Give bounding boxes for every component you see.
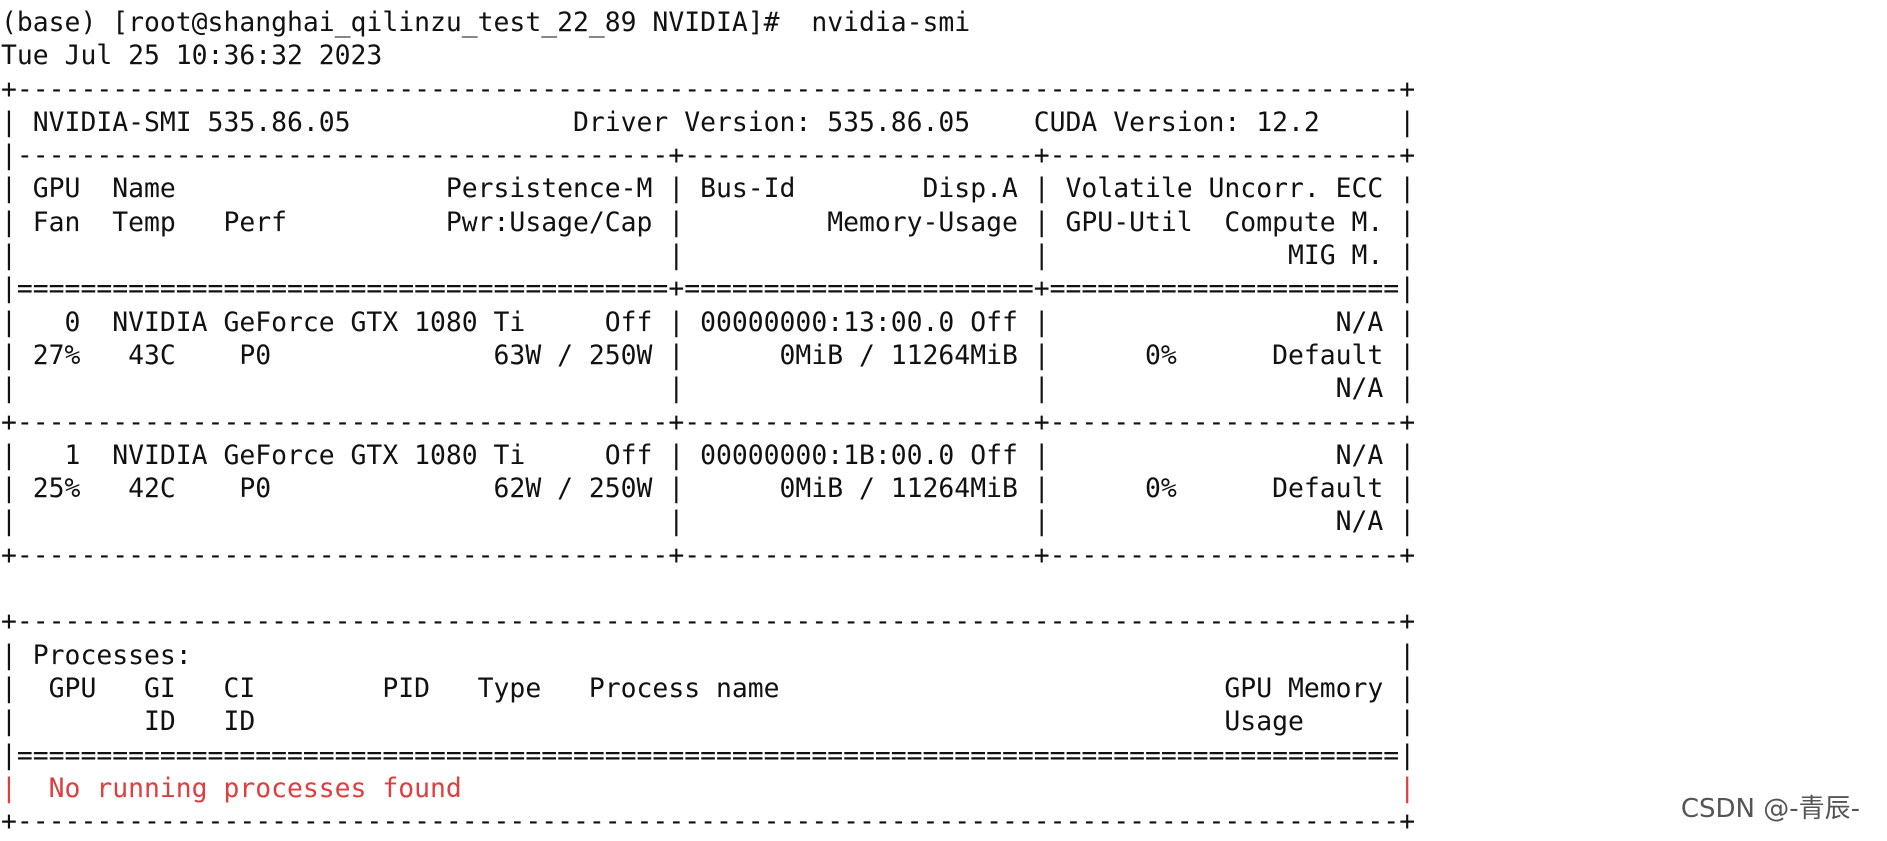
- processes-bottom-border: +---------------------------------------…: [1, 806, 1416, 838]
- gpu-0-row-3: | | | N/A |: [1, 373, 1416, 405]
- processes-divider: |=======================================…: [1, 739, 1416, 771]
- header-row-3: | | | MIG M. |: [1, 240, 1416, 272]
- processes-title: | Processes: |: [1, 639, 1416, 671]
- processes-top-border: +---------------------------------------…: [1, 606, 1416, 638]
- header-row-1: | GPU Name Persistence-M | Bus-Id Disp.A…: [1, 173, 1416, 205]
- table-separator: |---------------------------------------…: [1, 140, 1416, 172]
- gpu-1-row-2: | 25% 42C P0 62W / 250W | 0MiB / 11264Mi…: [1, 473, 1416, 505]
- terminal-window[interactable]: (base) [root@shanghai_qilinzu_test_22_89…: [0, 0, 1887, 841]
- table-separator: +---------------------------------------…: [1, 406, 1416, 438]
- gpu-0-row-2: | 27% 43C P0 63W / 250W | 0MiB / 11264Mi…: [1, 339, 1416, 371]
- header-divider: |=======================================…: [1, 273, 1416, 305]
- gpu-0-row-1: | 0 NVIDIA GeForce GTX 1080 Ti Off | 000…: [1, 306, 1416, 338]
- gpu-1-row-1: | 1 NVIDIA GeForce GTX 1080 Ti Off | 000…: [1, 439, 1416, 471]
- timestamp-line: Tue Jul 25 10:36:32 2023: [1, 40, 383, 72]
- terminal-output: (base) [root@shanghai_qilinzu_test_22_89…: [0, 0, 1887, 838]
- prompt-line: (base) [root@shanghai_qilinzu_test_22_89…: [1, 7, 971, 38]
- table-top-border: +---------------------------------------…: [1, 73, 1416, 105]
- version-line: | NVIDIA-SMI 535.86.05 Driver Version: 5…: [1, 106, 1416, 138]
- watermark: CSDN @-青辰-: [1680, 794, 1860, 824]
- gpu-1-row-3: | | | N/A |: [1, 506, 1416, 538]
- processes-header-row-1: | GPU GI CI PID Type Process name GPU Me…: [1, 672, 1416, 704]
- table-bottom-border: +---------------------------------------…: [1, 539, 1416, 571]
- no-processes-message: | No running processes found |: [1, 772, 1416, 804]
- header-row-2: | Fan Temp Perf Pwr:Usage/Cap | Memory-U…: [1, 206, 1416, 238]
- processes-header-row-2: | ID ID Usage |: [1, 706, 1416, 738]
